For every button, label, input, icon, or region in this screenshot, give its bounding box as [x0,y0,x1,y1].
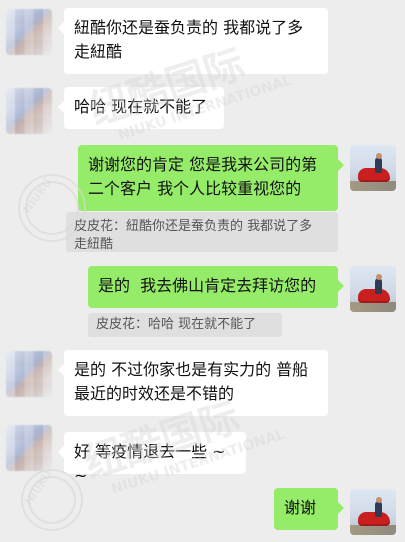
watermark-seal-inner-icon [28,476,76,524]
incoming-message-bubble[interactable]: 是的 不过你家也是有实力的 普船 最近的时效还是不错的 [58,350,328,416]
user-avatar-icon[interactable] [350,145,396,191]
outgoing-message-bubble[interactable]: 是的 我去佛山肯定去拜访您的 [88,266,344,308]
incoming-message-bubble[interactable]: 好 等疫情退去一些 ~~ [58,432,246,485]
contact-avatar-icon[interactable] [6,425,52,471]
contact-avatar-icon[interactable] [6,88,52,134]
outgoing-message-bubble[interactable]: 谢谢 [274,488,344,530]
quoted-message-reference[interactable]: 皮皮花：哈哈 现在就不能了 [88,313,282,337]
user-avatar-icon[interactable] [350,266,396,312]
watermark-seal-text: NIUKU [22,468,55,508]
watermark-seal-text: NIUKU [21,176,54,216]
contact-avatar-icon[interactable] [6,351,52,397]
outgoing-message-bubble[interactable]: 谢谢您的肯定 您是我来公司的第 二个客户 我个人比较重视您的 [78,145,344,211]
contact-avatar-icon[interactable] [6,9,52,55]
user-avatar-icon[interactable] [350,489,396,535]
incoming-message-bubble[interactable]: 哈哈 现在就不能了 [58,87,224,129]
quoted-message-reference[interactable]: 皮皮花：紐酷你还是蚕负责的 我都说了多 走紐酷 [66,212,338,252]
watermark-seal-icon [21,469,83,531]
incoming-message-bubble[interactable]: 紐酷你还是蚕负责的 我都说了多 走紐酷 [58,8,328,74]
